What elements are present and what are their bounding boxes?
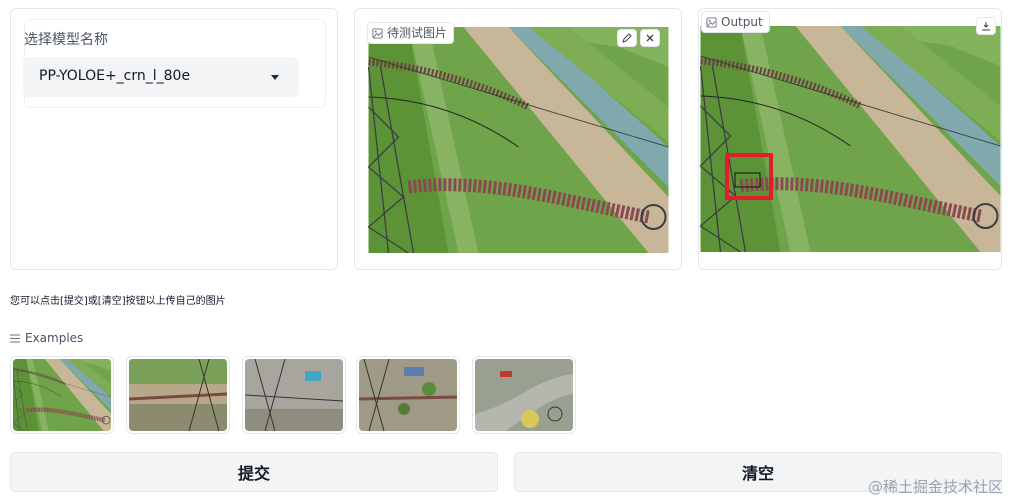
close-icon (646, 34, 654, 42)
output-image-panel: Output (698, 8, 1002, 270)
output-image (699, 26, 1002, 252)
image-icon (372, 27, 383, 39)
examples-label: Examples (25, 331, 84, 345)
output-image-label: Output (721, 15, 763, 29)
submit-button[interactable]: 提交 (10, 452, 498, 492)
model-dropdown-value: PP-YOLOE+_crn_l_80e (39, 68, 191, 84)
edit-button[interactable] (617, 29, 637, 47)
example-thumbnail-1[interactable] (10, 356, 114, 434)
input-image-badge: 待测试图片 (367, 22, 455, 44)
download-icon (982, 22, 990, 31)
edit-icon (622, 33, 632, 43)
example-thumbnail-4[interactable] (356, 356, 460, 434)
model-panel: 选择模型名称 PP-YOLOE+_crn_l_80e (10, 8, 338, 270)
example-thumbnail-2[interactable] (126, 356, 230, 434)
input-image-label: 待测试图片 (387, 26, 448, 40)
image-icon (706, 16, 717, 28)
download-button[interactable] (976, 17, 996, 35)
caret-down-icon (271, 75, 279, 80)
input-image[interactable] (368, 27, 669, 253)
close-button[interactable] (640, 29, 660, 47)
output-image-badge: Output (701, 11, 770, 33)
watermark: @稀土掘金技术社区 (867, 478, 1003, 496)
example-thumbnail-5[interactable] (472, 356, 576, 434)
list-icon (10, 334, 20, 342)
model-label: 选择模型名称 (24, 32, 108, 48)
model-dropdown[interactable]: PP-YOLOE+_crn_l_80e (23, 57, 299, 97)
input-image-panel: 待测试图片 (354, 8, 682, 270)
example-thumbnail-3[interactable] (242, 356, 346, 434)
examples-header: Examples (10, 331, 83, 345)
instruction-text: 您可以点击[提交]或[清空]按钮以上传自己的图片 (10, 296, 226, 307)
